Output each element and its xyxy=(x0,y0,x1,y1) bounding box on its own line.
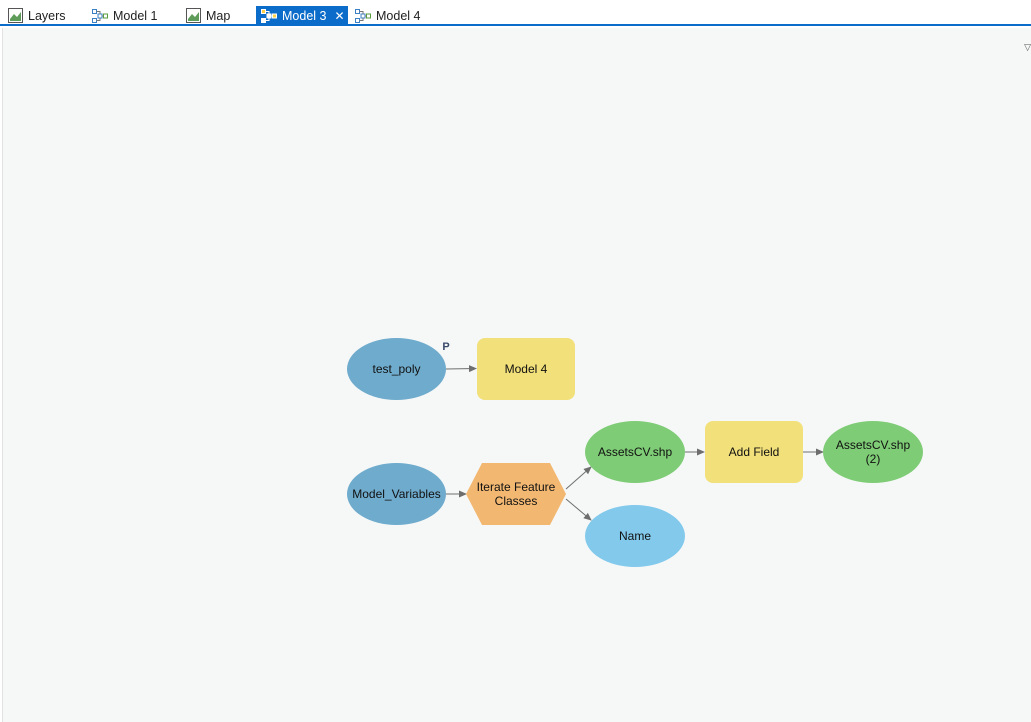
node-assets-cv-2[interactable]: AssetsCV.shp (2) xyxy=(823,421,923,483)
node-label-line1: AssetsCV.shp xyxy=(836,438,911,452)
node-iterate-feature-classes[interactable]: Iterate Feature Classes xyxy=(466,463,566,525)
connector-test-poly-to-model4[interactable] xyxy=(445,365,477,373)
node-label: test_poly xyxy=(372,362,420,376)
node-test-poly[interactable]: test_poly xyxy=(347,338,446,400)
connector-iterate-to-assets[interactable] xyxy=(565,466,592,490)
node-name[interactable]: Name xyxy=(585,505,685,567)
node-assets-cv[interactable]: AssetsCV.shp xyxy=(585,421,685,483)
node-model-4[interactable]: Model 4 xyxy=(477,338,575,400)
node-label: Model 4 xyxy=(505,362,548,376)
node-label-line2: Classes xyxy=(495,494,538,508)
node-add-field[interactable]: Add Field xyxy=(705,421,803,483)
connector-iterate-to-name[interactable] xyxy=(565,498,592,521)
node-model-variables[interactable]: Model_Variables xyxy=(347,463,446,525)
node-label-line2: (2) xyxy=(866,452,881,466)
node-label: Name xyxy=(619,529,651,543)
node-label: Add Field xyxy=(729,445,780,459)
parameter-flag: P xyxy=(442,341,449,353)
node-label-line1: Iterate Feature xyxy=(477,480,556,494)
node-label: Model_Variables xyxy=(352,487,441,501)
node-label: AssetsCV.shp xyxy=(598,445,673,459)
model-diagram: test_poly P Model 4 Model_Variables Iter… xyxy=(347,338,923,567)
